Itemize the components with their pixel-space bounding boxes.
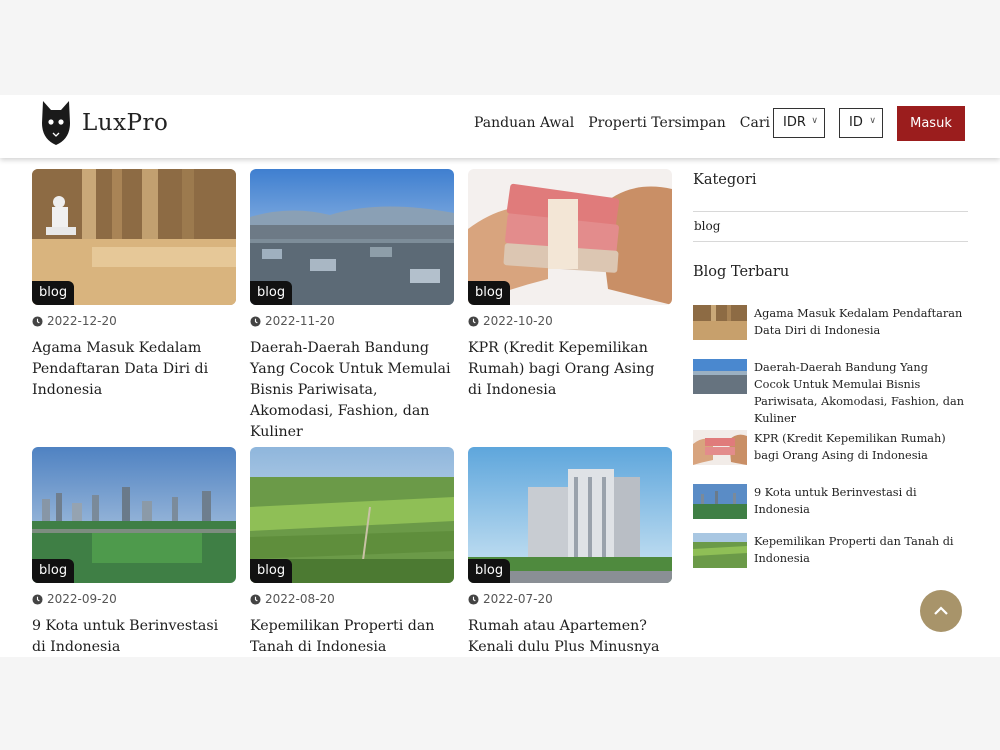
recent-post-item[interactable]: 9 Kota untuk Berinvestasi di Indonesia (693, 484, 964, 519)
blog-card[interactable]: blog 2022-12-20 Agama Masuk Kedalam Pend… (32, 169, 236, 401)
post-title[interactable]: Daerah-Daerah Bandung Yang Cocok Untuk M… (250, 338, 454, 443)
post-date-text: 2022-08-20 (265, 592, 335, 606)
recent-post-title[interactable]: KPR (Kredit Kepemilikan Rumah) bagi Oran… (754, 430, 964, 465)
post-image-bandung[interactable]: blog (250, 169, 454, 305)
recent-thumb-money[interactable] (693, 430, 747, 465)
post-date-text: 2022-12-20 (47, 314, 117, 328)
chevron-down-icon: ∨ (869, 116, 876, 126)
category-tag[interactable]: blog (250, 281, 293, 305)
blog-card[interactable]: blog 2022-08-20 Kepemilikan Properti dan… (250, 447, 454, 657)
post-image-money[interactable]: blog (468, 169, 672, 305)
post-title[interactable]: Agama Masuk Kedalam Pendaftaran Data Dir… (32, 338, 236, 401)
brand-logo[interactable]: LuxPro (40, 99, 168, 147)
post-date: 2022-10-20 (468, 314, 672, 328)
category-tag[interactable]: blog (468, 281, 511, 305)
post-date: 2022-12-20 (32, 314, 236, 328)
post-date: 2022-08-20 (250, 592, 454, 606)
clock-icon (250, 315, 261, 327)
post-title[interactable]: Kepemilikan Properti dan Tanah di Indone… (250, 616, 454, 657)
recent-post-title[interactable]: Daerah-Daerah Bandung Yang Cocok Untuk M… (754, 359, 964, 427)
post-title[interactable]: Rumah atau Apartemen? Kenali dulu Plus M… (468, 616, 672, 657)
clock-icon (32, 593, 43, 605)
post-date-text: 2022-07-20 (483, 592, 553, 606)
language-value: ID (849, 115, 863, 130)
recent-thumb-bandung[interactable] (693, 359, 747, 394)
post-title[interactable]: 9 Kota untuk Berinvestasi di Indonesia (32, 616, 236, 657)
post-date-text: 2022-11-20 (265, 314, 335, 328)
divider (693, 241, 968, 242)
page-viewport: LuxPro Panduan Awal Properti Tersimpan C… (0, 95, 1000, 657)
categories-heading: Kategori (693, 172, 757, 188)
post-image-apartment[interactable]: blog (468, 447, 672, 583)
post-date-text: 2022-09-20 (47, 592, 117, 606)
recent-post-title[interactable]: 9 Kota untuk Berinvestasi di Indonesia (754, 484, 964, 519)
post-date-text: 2022-10-20 (483, 314, 553, 328)
clock-icon (468, 593, 479, 605)
cat-logo-icon (42, 101, 70, 145)
recent-thumb-city[interactable] (693, 484, 747, 519)
blog-card[interactable]: blog 2022-09-20 9 Kota untuk Berinvestas… (32, 447, 236, 657)
sidebar: Kategori blog Blog Terbaru Agama Masuk K… (693, 169, 968, 568)
brand-name: LuxPro (82, 110, 169, 136)
nav-panduan-awal[interactable]: Panduan Awal (474, 115, 574, 131)
post-title[interactable]: KPR (Kredit Kepemilikan Rumah) bagi Oran… (468, 338, 672, 401)
post-image-city-skyline[interactable]: blog (32, 447, 236, 583)
blog-card[interactable]: blog 2022-11-20 Daerah-Daerah Bandung Ya… (250, 169, 454, 443)
blog-card[interactable]: blog 2022-07-20 Rumah atau Apartemen? Ke… (468, 447, 672, 657)
post-image-mosque[interactable]: blog (32, 169, 236, 305)
chevron-down-icon: ∨ (811, 116, 818, 126)
recent-post-item[interactable]: Kepemilikan Properti dan Tanah di Indone… (693, 533, 964, 568)
category-link-blog[interactable]: blog (693, 212, 968, 241)
category-tag[interactable]: blog (32, 559, 75, 583)
clock-icon (250, 593, 261, 605)
blog-card[interactable]: blog 2022-10-20 KPR (Kredit Kepemilikan … (468, 169, 672, 401)
post-image-rice-fields[interactable]: blog (250, 447, 454, 583)
category-tag[interactable]: blog (468, 559, 511, 583)
clock-icon (32, 315, 43, 327)
recent-post-item[interactable]: KPR (Kredit Kepemilikan Rumah) bagi Oran… (693, 430, 964, 465)
content-area: blog 2022-12-20 Agama Masuk Kedalam Pend… (0, 169, 1000, 657)
post-date: 2022-07-20 (468, 592, 672, 606)
nav-properti-tersimpan[interactable]: Properti Tersimpan (588, 115, 726, 131)
recent-thumb-fields[interactable] (693, 533, 747, 568)
recent-post-item[interactable]: Daerah-Daerah Bandung Yang Cocok Untuk M… (693, 359, 964, 427)
recent-posts-heading: Blog Terbaru (693, 264, 790, 280)
post-date: 2022-11-20 (250, 314, 454, 328)
clock-icon (468, 315, 479, 327)
category-tag[interactable]: blog (250, 559, 293, 583)
login-button[interactable]: Masuk (897, 106, 965, 141)
scroll-to-top-button[interactable] (920, 590, 962, 632)
currency-value: IDR (783, 115, 806, 130)
recent-post-title[interactable]: Agama Masuk Kedalam Pendaftaran Data Dir… (754, 305, 964, 340)
category-tag[interactable]: blog (32, 281, 75, 305)
recent-post-title[interactable]: Kepemilikan Properti dan Tanah di Indone… (754, 533, 964, 568)
currency-select[interactable]: IDR ∨ (773, 108, 825, 138)
recent-thumb-mosque[interactable] (693, 305, 747, 340)
chevron-up-icon (934, 606, 948, 615)
recent-post-item[interactable]: Agama Masuk Kedalam Pendaftaran Data Dir… (693, 305, 964, 340)
language-select[interactable]: ID ∨ (839, 108, 883, 138)
site-header: LuxPro Panduan Awal Properti Tersimpan C… (0, 95, 1000, 158)
post-date: 2022-09-20 (32, 592, 236, 606)
